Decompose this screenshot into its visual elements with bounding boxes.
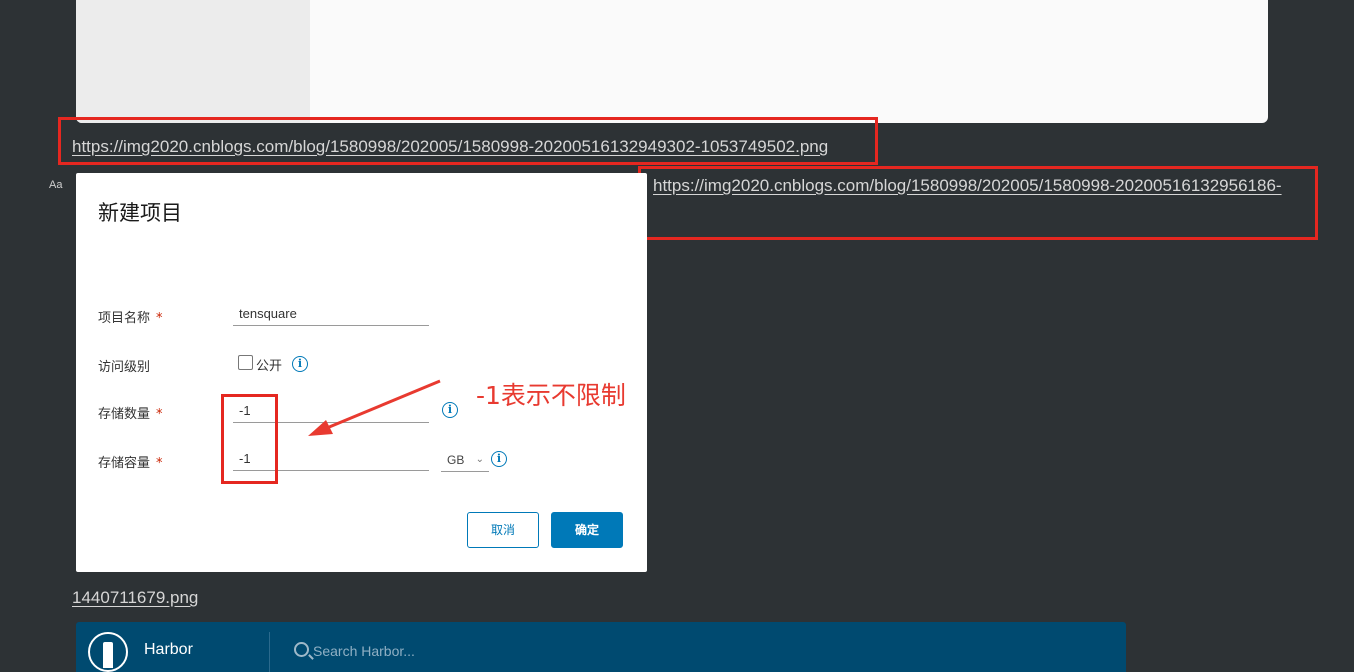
highlight-box-link-2 xyxy=(638,166,1318,240)
required-mark: * xyxy=(156,311,163,326)
capacity-info-icon[interactable]: i xyxy=(491,451,507,467)
storage-count-label: 存储数量 * xyxy=(98,407,163,422)
harbor-header: Harbor Search Harbor... xyxy=(76,622,1126,672)
project-name-label: 项目名称 * xyxy=(98,311,163,326)
cancel-button[interactable]: 取消 xyxy=(467,512,539,548)
search-input[interactable]: Search Harbor... xyxy=(313,643,415,659)
required-mark: * xyxy=(156,456,163,471)
font-toggle-icon[interactable]: Aa xyxy=(49,179,62,191)
public-checkbox[interactable] xyxy=(238,355,253,370)
harbor-search[interactable]: Search Harbor... xyxy=(294,641,534,665)
capacity-unit-select[interactable]: GB ⌄ xyxy=(441,449,489,472)
previous-screenshot-card xyxy=(76,0,1268,123)
access-info-icon[interactable]: i xyxy=(292,356,308,372)
header-divider xyxy=(269,632,270,672)
annotation-text: -1表示不限制 xyxy=(476,381,626,410)
confirm-button[interactable]: 确定 xyxy=(551,512,623,548)
previous-screenshot-sidebar xyxy=(76,0,310,123)
dialog-title: 新建项目 xyxy=(98,201,182,225)
new-project-dialog: 新建项目 项目名称 * tensquare 访问级别 公开 i 存储数量 * -1 … xyxy=(76,173,647,572)
storage-capacity-label: 存储容量 * xyxy=(98,456,163,471)
public-checkbox-label[interactable]: 公开 xyxy=(256,355,282,374)
project-name-input[interactable]: tensquare xyxy=(233,304,429,326)
required-mark: * xyxy=(156,407,163,422)
search-icon xyxy=(294,642,309,657)
harbor-logo-icon xyxy=(88,632,128,672)
access-level-label: 访问级别 xyxy=(98,360,151,375)
image-link-3[interactable]: 1440711679.png xyxy=(72,588,198,608)
highlight-box-inputs xyxy=(221,394,278,484)
count-info-icon[interactable]: i xyxy=(442,402,458,418)
chevron-down-icon: ⌄ xyxy=(475,454,484,465)
harbor-brand[interactable]: Harbor xyxy=(144,641,193,659)
highlight-box-link-1 xyxy=(58,117,878,165)
